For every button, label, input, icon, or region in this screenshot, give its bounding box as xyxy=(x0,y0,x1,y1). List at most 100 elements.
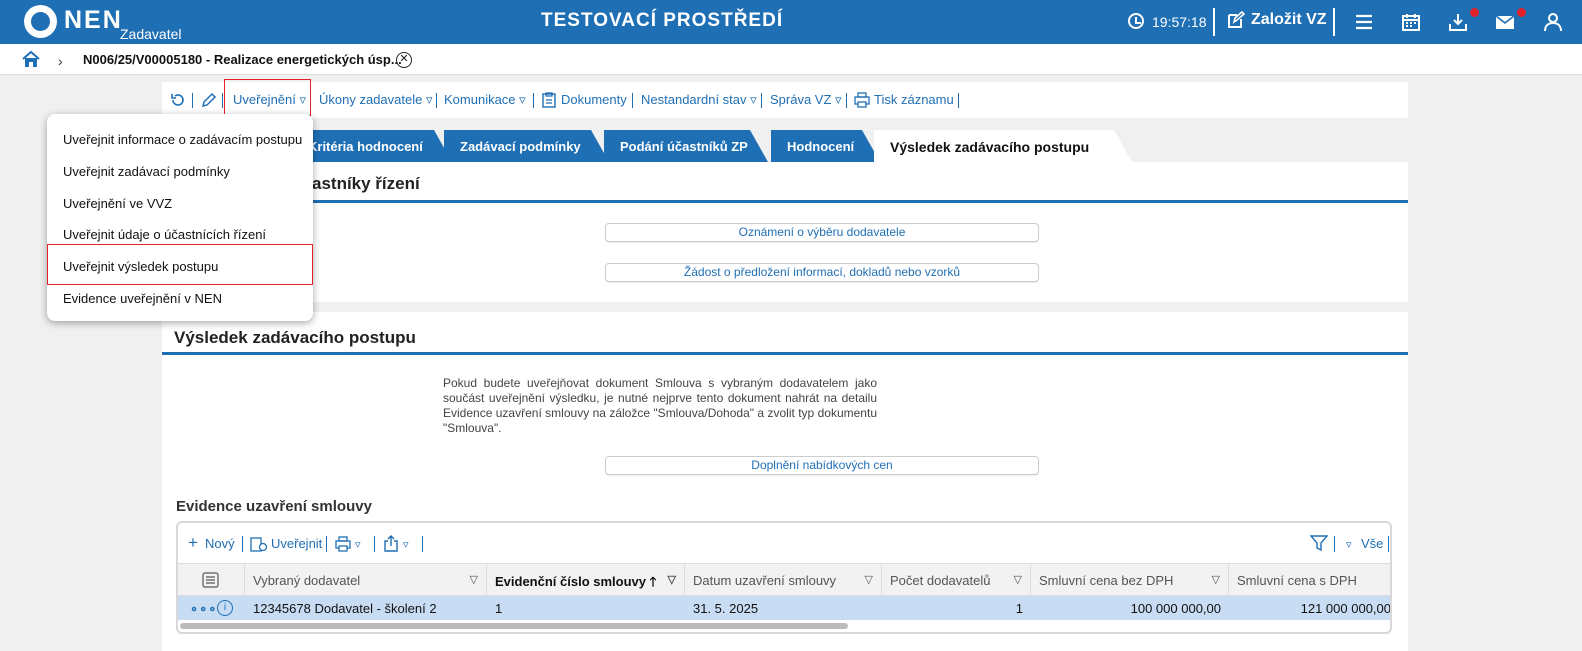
column-label: Smluvní cena bez DPH xyxy=(1039,573,1174,588)
tab-label: Zadávací podmínky xyxy=(460,139,581,154)
column-header-contract-number[interactable]: Evidenční číslo smlouvy 🡑 ▽ xyxy=(487,564,685,596)
filter-icon[interactable]: ▽ xyxy=(1014,573,1022,586)
print-record-button[interactable]: Tisk záznamu xyxy=(874,92,954,107)
column-label: Počet dodavatelů xyxy=(890,573,991,588)
filter-icon[interactable]: ▽ xyxy=(865,573,873,586)
column-header-supplier-count[interactable]: Počet dodavatelů ▽ xyxy=(882,564,1031,596)
breadcrumb: › N006/25/V00005180 - Realizace energeti… xyxy=(0,44,1582,75)
new-button[interactable]: Nový xyxy=(205,536,235,551)
plus-icon: + xyxy=(188,533,198,552)
column-header-price-no-vat[interactable]: Smluvní cena bez DPH ▽ xyxy=(1031,564,1229,596)
divider xyxy=(1213,8,1215,36)
refresh-icon[interactable] xyxy=(170,92,186,108)
printer-icon[interactable] xyxy=(335,536,351,552)
user-icon[interactable] xyxy=(1543,12,1563,32)
column-header-price-vat[interactable]: Smluvní cena s DPH xyxy=(1229,564,1390,596)
column-settings-cell xyxy=(178,564,245,596)
participants-panel: astníky řízení Oznámení o výběru dodavat… xyxy=(162,162,1408,302)
horizontal-scrollbar[interactable] xyxy=(180,623,848,629)
menu-item-publish-tender-conditions[interactable]: Uveřejnit zadávací podmínky xyxy=(63,164,230,179)
filter-icon[interactable]: ▽ xyxy=(668,573,676,586)
sort-ascending-icon: 🡑 xyxy=(649,574,657,589)
clipboard-icon xyxy=(542,92,556,108)
cell-contract-number: 1 xyxy=(495,601,503,616)
chevron-down-icon[interactable]: ▿ xyxy=(355,538,361,551)
close-icon[interactable]: ✕ xyxy=(396,52,412,68)
divider xyxy=(846,93,847,108)
tab-procedure-result[interactable]: Výsledek zadávacího postupu xyxy=(874,130,1132,162)
table-row[interactable]: ∘∘∘ i 12345678 Dodavatel - školení 2 1 3… xyxy=(178,596,1390,620)
column-settings-icon[interactable] xyxy=(202,572,219,588)
divider xyxy=(162,352,1408,355)
column-header-supplier[interactable]: Vybraný dodavatel ▽ xyxy=(245,564,487,596)
tab-participant-submissions[interactable]: Podání účastníků ZP xyxy=(604,130,768,162)
breadcrumb-title[interactable]: N006/25/V00005180 - Realizace energetick… xyxy=(83,52,402,67)
info-note: Pokud budete uveřejňovat dokument Smlouv… xyxy=(443,376,877,435)
divider xyxy=(222,93,223,108)
information-request-button[interactable]: Žádost o předložení informací, dokladů n… xyxy=(605,263,1039,282)
divider xyxy=(1333,8,1335,36)
notification-badge xyxy=(1470,8,1479,17)
export-icon[interactable] xyxy=(383,535,399,552)
tab-evaluation[interactable]: Hodnocení xyxy=(771,130,880,162)
top-bar: NEN Zadavatel TESTOVACÍ PROSTŘEDÍ 19:57:… xyxy=(0,0,1582,44)
divider xyxy=(374,536,375,552)
contracting-actions-menu[interactable]: Úkony zadavatele ▿ xyxy=(319,92,432,108)
menu-item-publication-records[interactable]: Evidence uveřejnění v NEN xyxy=(63,291,222,306)
divider xyxy=(1388,536,1389,552)
tab-bar: Kritéria hodnocení Zadávací podmínky Pod… xyxy=(162,130,1408,162)
home-icon[interactable] xyxy=(22,51,40,68)
supplier-selection-notice-button[interactable]: Oznámení o výběru dodavatele xyxy=(605,223,1039,242)
divider xyxy=(162,200,1408,203)
edit-icon xyxy=(1228,11,1245,28)
grid-header: Vybraný dodavatel ▽ Evidenční číslo smlou… xyxy=(178,563,1390,596)
documents-button[interactable]: Dokumenty xyxy=(561,92,627,107)
filter-icon[interactable]: ▽ xyxy=(470,573,478,586)
bid-prices-button[interactable]: Doplnění nabídkových cen xyxy=(605,456,1039,475)
publish-button[interactable]: Uveřejnit xyxy=(271,536,322,551)
logo-text: NEN xyxy=(64,6,123,34)
menu-item-publish-participants[interactable]: Uveřejnit údaje o účastnících řízení xyxy=(63,227,266,242)
filter-icon[interactable]: ▽ xyxy=(1212,573,1220,586)
create-vz-label: Založit VZ xyxy=(1251,11,1327,28)
menu-item-publish-procedure-info[interactable]: Uveřejnit informace o zadávacím postupu xyxy=(63,132,302,147)
clock-icon xyxy=(1128,13,1144,29)
publish-dropdown-menu: Uveřejnit informace o zadávacím postupu … xyxy=(47,114,313,321)
menu-item-publish-result[interactable]: Uveřejnit výsledek postupu xyxy=(63,259,218,274)
tab-label: Výsledek zadávacího postupu xyxy=(890,139,1090,155)
hamburger-menu-icon[interactable] xyxy=(1354,12,1374,32)
divider xyxy=(632,93,633,108)
create-vz-button[interactable]: Založit VZ xyxy=(1227,11,1327,29)
cell-contract-date: 31. 5. 2025 xyxy=(693,601,759,616)
divider xyxy=(242,536,243,552)
cell-supplier-count: 1 xyxy=(1015,601,1023,616)
printer-icon xyxy=(854,92,870,108)
tab-tender-conditions[interactable]: Zadávací podmínky xyxy=(444,130,609,162)
filter-icon[interactable] xyxy=(1310,534,1328,552)
tab-evaluation-criteria[interactable]: Kritéria hodnocení xyxy=(292,130,452,162)
menu-item-publish-vvz[interactable]: Uveřejnění ve VVZ xyxy=(63,196,172,211)
communication-menu[interactable]: Komunikace ▿ xyxy=(444,92,526,108)
divider xyxy=(436,93,437,108)
tab-label: Kritéria hodnocení xyxy=(308,139,423,154)
cell-price-vat: 121 000 000,00 xyxy=(1300,601,1391,616)
edit-icon[interactable] xyxy=(201,92,217,108)
download-icon[interactable] xyxy=(1448,12,1468,32)
divider xyxy=(761,93,762,108)
session-time: 19:57:18 xyxy=(1152,14,1207,30)
view-all-selector[interactable]: Vše xyxy=(1361,536,1383,551)
info-icon[interactable]: i xyxy=(217,600,233,616)
contract-grid: + Nový Uveřejnit ▿ ▿ ▿ Vše Vybraný dodav… xyxy=(176,521,1392,634)
column-header-contract-date[interactable]: Datum uzavření smlouvy ▽ xyxy=(685,564,882,596)
mail-icon[interactable] xyxy=(1495,12,1515,32)
publish-menu[interactable]: Uveřejnění ▿ xyxy=(233,92,306,108)
nen-logo-icon[interactable] xyxy=(24,5,57,38)
column-label: Evidenční číslo smlouvy xyxy=(495,574,646,589)
nonstandard-state-menu[interactable]: Nestandardní stav ▿ xyxy=(641,92,757,108)
chevron-down-icon: ▿ xyxy=(1346,539,1352,551)
vz-management-menu[interactable]: Správa VZ ▿ xyxy=(770,92,842,108)
divider xyxy=(1334,536,1335,552)
panel-title: astníky řízení xyxy=(312,174,420,193)
chevron-down-icon[interactable]: ▿ xyxy=(403,538,409,551)
calendar-icon[interactable] xyxy=(1401,12,1421,32)
